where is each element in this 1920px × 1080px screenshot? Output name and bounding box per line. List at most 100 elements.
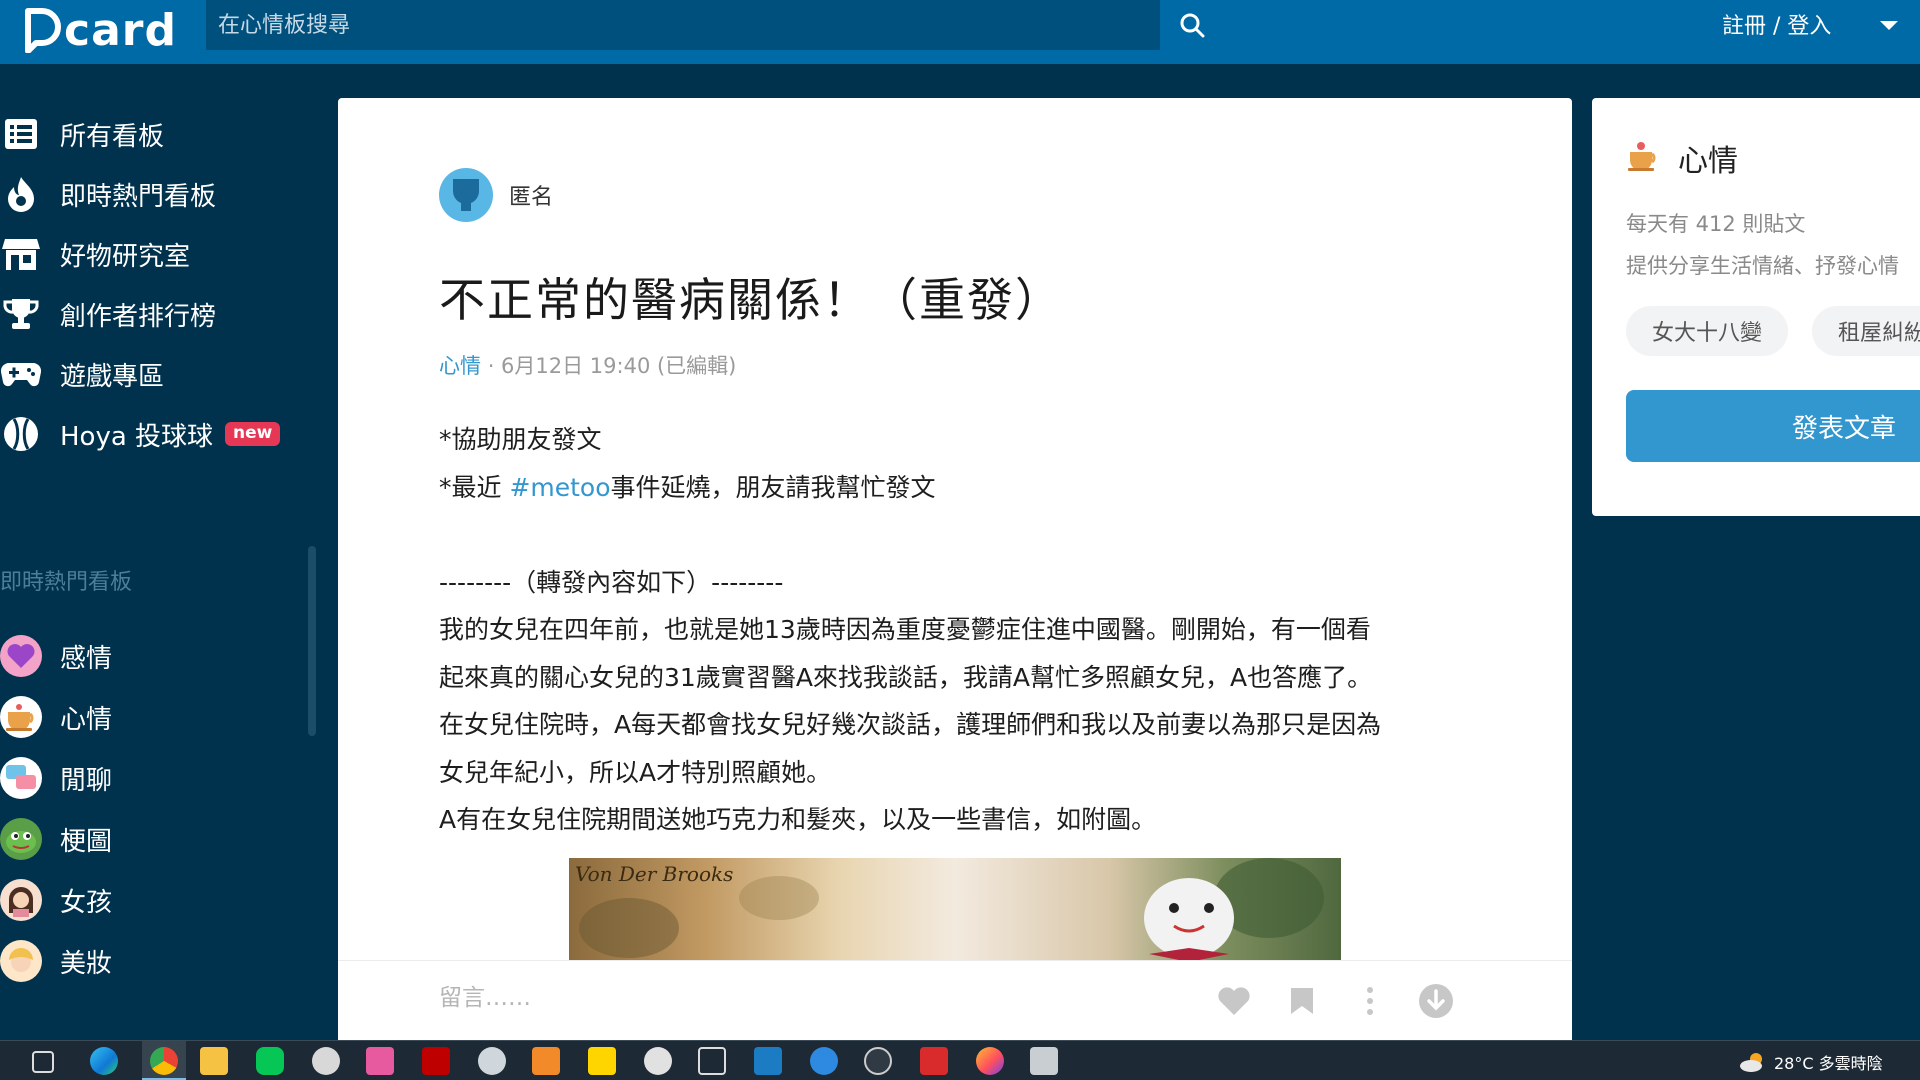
board-daily-posts: 每天有 412 則貼文 [1626,212,1806,236]
gamepad-icon [0,353,42,395]
teams-icon[interactable] [810,1047,838,1075]
line-icon[interactable] [256,1047,284,1075]
sidebar-item-label: 心情 [60,704,113,735]
sidebar-item-games[interactable]: 遊戲專區 [0,344,164,404]
dcard-d-icon [22,7,62,54]
content-text: *最近 [439,472,510,502]
sidebar-scrollbar[interactable] [308,546,316,736]
mood-board-icon [0,696,42,738]
cloudy-weather-icon [1740,1053,1762,1072]
more-options-button[interactable] [1350,981,1390,1021]
notes-icon[interactable] [588,1047,616,1075]
printer-icon[interactable] [1030,1047,1058,1075]
edge-icon[interactable] [90,1047,118,1075]
sidebar-board-girl[interactable]: 女孩 [0,870,112,930]
comment-input[interactable] [439,985,1039,1011]
sidebar-board-makeup[interactable]: 美妝 [0,931,112,991]
post-forum-link[interactable]: 心情 [439,354,481,378]
windows-taskbar: 28°C 多雲時陰 [0,1040,1920,1080]
camera-icon[interactable] [698,1047,726,1075]
sidebar-item-label: Hoya 投球球 [60,421,214,452]
heart-icon [1218,987,1250,1015]
post-meta: 心情 · 6月12日 19:40 (已編輯) [439,350,736,380]
arrow-down-circle-icon [1419,984,1453,1018]
top-nav-bar: card 註冊 / 登入 [0,0,1920,64]
settings-icon[interactable] [312,1047,340,1075]
image-caption: Von Der Brooks [575,862,734,886]
register-login-link[interactable]: 註冊 / 登入 [1722,8,1831,40]
search-input[interactable] [206,12,1106,38]
s-app-icon[interactable] [754,1047,782,1075]
content-line: *最近 #metoo事件延燒，朋友請我幫忙發文 [439,464,1479,512]
trophy-icon [0,293,42,335]
browser-icon[interactable] [864,1047,892,1075]
logo-text: card [64,4,177,56]
firefox-icon[interactable] [976,1047,1004,1075]
post-card: 匿名 不正常的醫病關係！（重發） 心情 · 6月12日 19:40 (已編輯) … [338,98,1572,1080]
content-line: 女兒年紀小，所以A才特別照顧她。 [439,757,832,787]
cloud-icon[interactable] [644,1047,672,1075]
chevron-down-icon [1880,21,1898,30]
bookmark-button[interactable] [1282,981,1322,1021]
dcard-logo[interactable]: card [22,4,177,56]
content-line: 起來真的關心女兒的31歲實習醫A來找我談話，我請A幫忙多照顧女兒，A也答應了。 [439,662,1373,692]
board-header[interactable]: 心情 [1626,136,1738,180]
author-name: 匿名 [509,185,554,210]
sidebar-board-relationship[interactable]: 感情 [0,626,112,686]
search-box[interactable] [206,0,1160,50]
menu-dropdown-button[interactable] [1878,18,1900,37]
hashtag-link[interactable]: #metoo [509,473,610,502]
sidebar-item-label: 好物研究室 [60,241,191,272]
sidebar-item-creator-ranking[interactable]: 創作者排行榜 [0,284,216,344]
post-attached-image[interactable]: Von Der Brooks [569,858,1341,968]
content-text: 事件延燒，朋友請我幫忙發文 [610,472,936,502]
sidebar-item-all-boards[interactable]: 所有看板 [0,104,164,164]
media-icon[interactable] [532,1047,560,1075]
create-post-button[interactable]: 發表文章 [1626,390,1920,462]
calendar-icon[interactable] [366,1047,394,1075]
sidebar-item-goods-lab[interactable]: 好物研究室 [0,224,190,284]
meme-board-icon [0,818,42,860]
sidebar-board-mood[interactable]: 心情 [0,687,112,747]
file-explorer-icon[interactable] [200,1047,228,1075]
sidebar-board-meme[interactable]: 梗圖 [0,809,112,869]
sidebar-section-title: 即時熱門看板 [0,570,133,595]
search-icon [1180,13,1205,38]
task-view-icon[interactable] [32,1051,54,1073]
list-icon [0,113,42,155]
sidebar-item-label: 女孩 [60,887,113,918]
heart-board-icon [0,635,42,677]
new-badge: new [225,422,281,446]
sidebar-item-label: 感情 [60,643,113,674]
more-vertical-icon [1367,987,1373,1015]
weather-widget[interactable]: 28°C 多雲時陰 [1738,1050,1883,1074]
filezilla-icon[interactable] [422,1047,450,1075]
red-app-icon[interactable] [920,1047,948,1075]
bookmark-icon [1291,988,1313,1014]
sidebar-item-hot-boards[interactable]: 即時熱門看板 [0,164,216,224]
board-description: 提供分享生活情緒、抒發心情 [1626,254,1899,278]
content-line: 在女兒住院時，A每天都會找女兒好幾次談話，護理師們和我以及前妻以為那只是因為 [439,710,1382,739]
content-blank-line [439,511,1479,559]
sidebar-board-chat[interactable]: 閒聊 [0,748,112,808]
sidebar-item-label: 創作者排行榜 [60,301,217,332]
content-line: --------（轉發內容如下）-------- [439,567,784,597]
board-title: 心情 [1678,144,1738,179]
post-author[interactable]: 匿名 [439,168,553,222]
sidebar-item-label: 遊戲專區 [60,361,165,392]
sidebar-item-hoya[interactable]: Hoya 投球球 new [0,404,281,464]
board-tag-chip[interactable]: 租屋糾紛 [1812,306,1920,356]
chrome-icon[interactable] [150,1047,178,1075]
scroll-down-button[interactable] [1416,981,1456,1021]
board-tag-chip[interactable]: 女大十八變 [1626,306,1789,356]
app-icon[interactable] [478,1047,506,1075]
chat-board-icon [0,757,42,799]
weather-text: 28°C 多雲時陰 [1774,1054,1883,1073]
anonymous-avatar [439,168,493,222]
baseball-icon [0,413,42,455]
content-line: *協助朋友發文 [439,425,602,454]
board-info-card: 心情 每天有 412 則貼文 提供分享生活情緒、抒發心情 女大十八變 租屋糾紛 … [1592,98,1920,516]
fire-icon [0,173,42,215]
like-button[interactable] [1214,981,1254,1021]
search-button[interactable] [1170,8,1214,42]
